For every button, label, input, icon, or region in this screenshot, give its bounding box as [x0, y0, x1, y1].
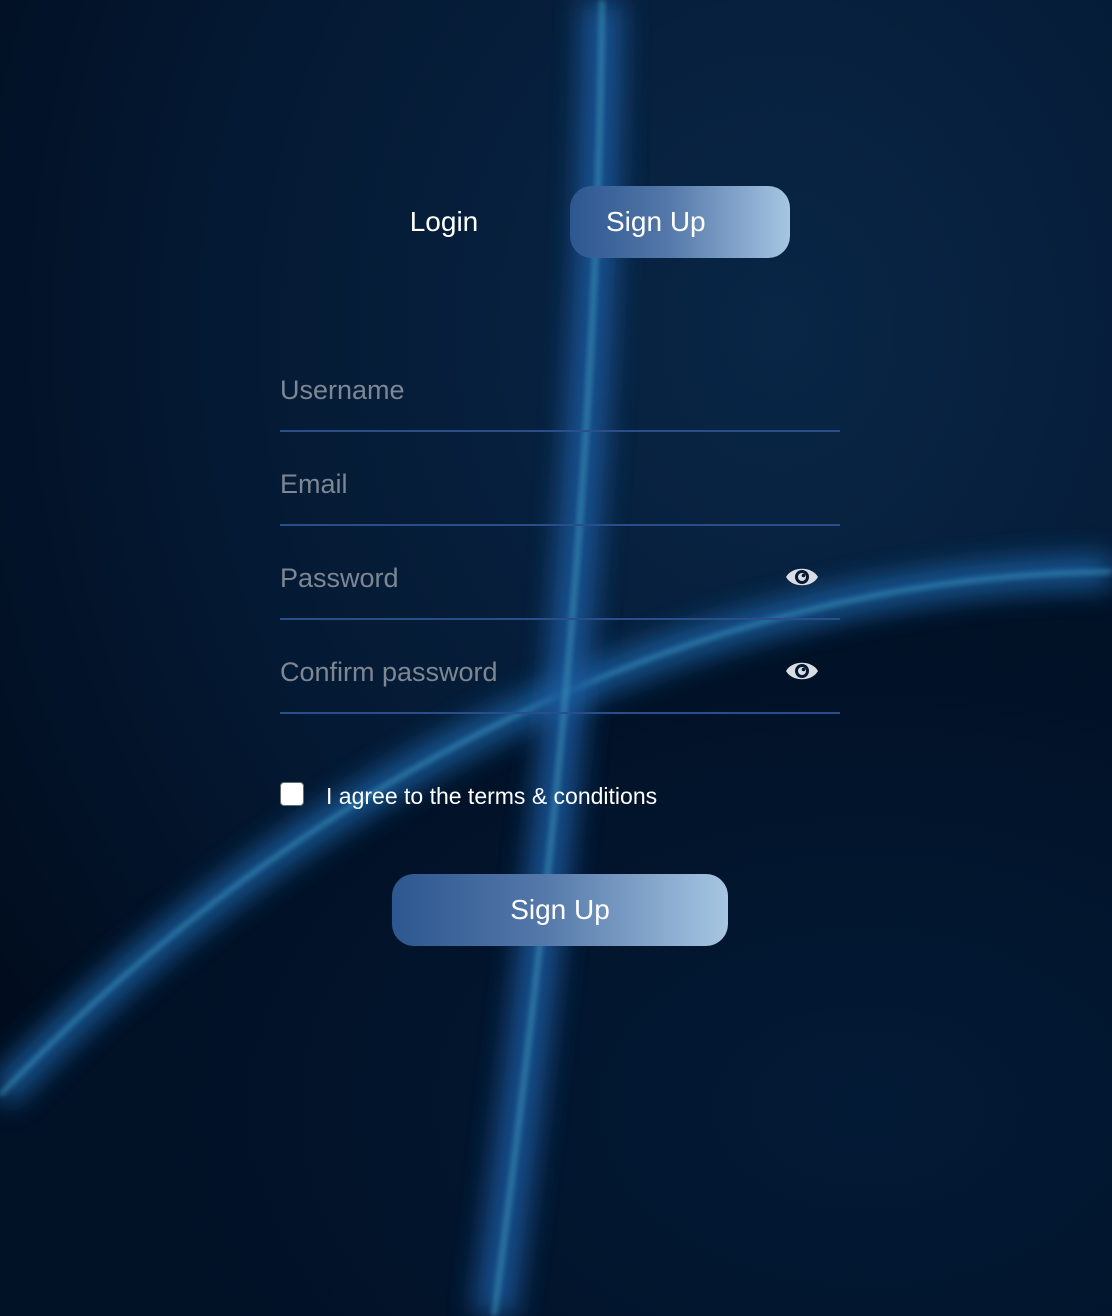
confirm-password-input[interactable] — [280, 640, 760, 704]
signup-submit-button[interactable]: Sign Up — [392, 874, 728, 946]
username-field — [280, 358, 840, 432]
terms-label: I agree to the terms & conditions — [326, 783, 658, 809]
password-input[interactable] — [280, 546, 760, 610]
email-input[interactable] — [280, 452, 760, 516]
username-input[interactable] — [280, 358, 760, 422]
auth-tabs: Login Sign Up — [372, 186, 792, 258]
confirm-password-field — [280, 640, 840, 714]
terms-checkbox[interactable] — [280, 782, 304, 806]
eye-icon[interactable] — [784, 563, 820, 591]
password-field — [280, 546, 840, 620]
tab-login[interactable]: Login — [372, 186, 516, 258]
tab-signup[interactable]: Sign Up — [570, 186, 790, 258]
eye-icon[interactable] — [784, 657, 820, 685]
email-field — [280, 452, 840, 526]
